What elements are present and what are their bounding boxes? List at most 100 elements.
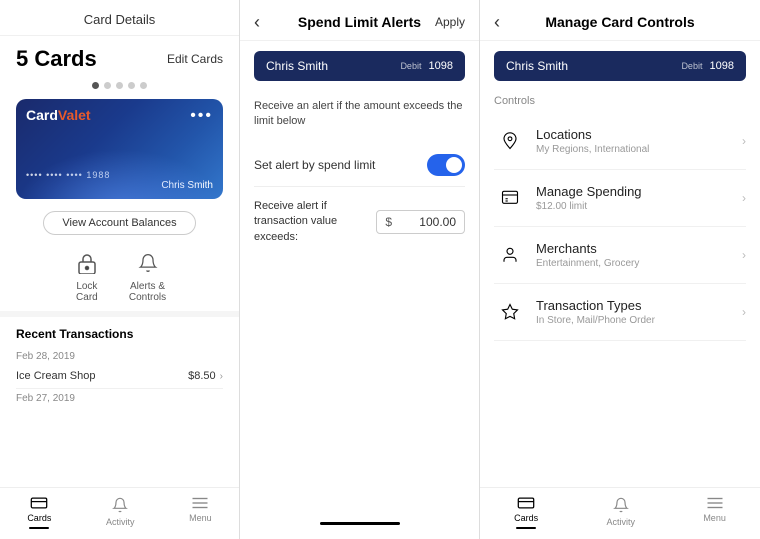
transaction-types-icon [494,296,526,328]
location-icon [494,125,526,157]
control-locations-text: Locations My Regions, International [536,127,742,155]
panel2-debit-number: Debit 1098 [400,60,453,72]
dot-3 [116,82,123,89]
dot-1 [92,82,99,89]
control-transaction-types-title: Transaction Types [536,298,742,313]
control-locations-chevron: › [742,134,746,148]
nav-cards-label-1: Cards [27,513,51,523]
control-transaction-types-chevron: › [742,305,746,319]
card-actions: LockCard Alerts &Controls [0,241,239,317]
lock-card-action[interactable]: LockCard [73,249,101,303]
control-spending-subtitle: $12.00 limit [536,201,742,212]
panel3-card-bar: Chris Smith Debit 1098 [494,51,746,81]
dot-5 [140,82,147,89]
alerts-label: Alerts &Controls [129,281,166,303]
alert-description: Receive an alert if the amount exceeds t… [254,99,465,130]
nav-activity-3[interactable]: Activity [606,496,635,529]
amount-input-wrapper: $ [376,210,465,234]
controls-section-label: Controls [494,91,746,109]
control-transaction-types[interactable]: Transaction Types In Store, Mail/Phone O… [494,284,746,341]
spending-icon [494,182,526,214]
control-merchants-chevron: › [742,248,746,262]
card-shine [16,149,223,199]
panel3-card-last4: 1098 [710,60,734,72]
amount-input[interactable] [396,215,456,229]
trans-date-2: Feb 27, 2019 [16,389,223,406]
control-spending[interactable]: Manage Spending $12.00 limit › [494,170,746,227]
toggle-row: Set alert by spend limit [254,144,465,187]
panel2-card-last4: 1098 [429,60,453,72]
controls-section: Controls Locations My Regions, Internati… [480,87,760,539]
spend-limit-panel: ‹ Spend Limit Alerts Apply Chris Smith D… [240,0,480,539]
card-controls-panel: ‹ Manage Card Controls Chris Smith Debit… [480,0,760,539]
toggle-label: Set alert by spend limit [254,158,375,172]
transaction-row-1[interactable]: Ice Cream Shop $8.50 › [16,364,223,389]
panel2-inner: ‹ Spend Limit Alerts Apply Chris Smith D… [240,0,479,539]
panel3-debit-label: Debit [681,61,702,71]
lock-icon [73,249,101,277]
card-visual: CardValet ••• •••• •••• •••• 1988 Chris … [16,99,223,199]
trans-date-1: Feb 28, 2019 [16,347,223,364]
edit-cards-button[interactable]: Edit Cards [167,52,223,66]
dollar-sign: $ [385,215,392,229]
cards-header: 5 Cards Edit Cards [0,36,239,78]
control-transaction-types-subtitle: In Store, Mail/Phone Order [536,315,742,326]
control-transaction-types-text: Transaction Types In Store, Mail/Phone O… [536,298,742,326]
spend-limit-toggle[interactable] [427,154,465,176]
panel1-topbar: Card Details [0,0,239,36]
bottom-nav-1: Cards Activity Menu [0,487,239,539]
bottom-nav-3: Cards Activity Menu [480,487,760,539]
control-merchants-subtitle: Entertainment, Grocery [536,258,742,269]
card-options-dots[interactable]: ••• [190,107,213,125]
recent-title: Recent Transactions [16,327,223,341]
nav-cards-1[interactable]: Cards [27,496,51,529]
nav-menu-label-1: Menu [189,513,212,523]
trans-amount-1: $8.50 › [188,370,223,382]
card-dots-indicator [0,78,239,93]
panel2-debit-label: Debit [400,61,421,71]
control-locations-title: Locations [536,127,742,142]
panel3-card-holder: Chris Smith [506,59,568,73]
control-merchants-text: Merchants Entertainment, Grocery [536,241,742,269]
nav-activity-label-3: Activity [606,517,635,527]
dot-2 [104,82,111,89]
control-merchants-title: Merchants [536,241,742,256]
control-merchants[interactable]: Merchants Entertainment, Grocery › [494,227,746,284]
panel2-title: Spend Limit Alerts [298,14,421,30]
nav-activity-1[interactable]: Activity [106,496,135,529]
lock-card-label: LockCard [76,281,98,303]
trans-name-1: Ice Cream Shop [16,370,95,382]
trans-chevron-1: › [220,371,223,382]
control-spending-text: Manage Spending $12.00 limit [536,184,742,212]
panel3-debit-number: Debit 1098 [681,60,734,72]
alerts-controls-action[interactable]: Alerts &Controls [129,249,166,303]
card-logo: CardValet [26,107,91,123]
panel3-inner: ‹ Manage Card Controls Chris Smith Debit… [480,0,760,539]
amount-label: Receive alert if transaction value excee… [254,199,376,245]
recent-transactions-section: Recent Transactions Feb 28, 2019 Ice Cre… [0,317,239,416]
control-spending-title: Manage Spending [536,184,742,199]
panel3-title: Manage Card Controls [545,14,694,30]
panel3-header: ‹ Manage Card Controls [480,0,760,41]
panel2-header: ‹ Spend Limit Alerts Apply [240,0,479,41]
panel3-back-button[interactable]: ‹ [494,12,500,33]
amount-row: Receive alert if transaction value excee… [254,187,465,257]
merchants-icon [494,239,526,271]
apply-button[interactable]: Apply [435,15,465,29]
view-balance-button[interactable]: View Account Balances [43,211,195,235]
panel2-card-bar: Chris Smith Debit 1098 [254,51,465,81]
cards-count: 5 Cards [16,46,97,72]
panel2-card-holder: Chris Smith [266,59,328,73]
nav-menu-label-3: Menu [703,513,726,523]
nav-cards-3[interactable]: Cards [514,496,538,529]
alerts-icon [134,249,162,277]
dot-4 [128,82,135,89]
panel2-content: Receive an alert if the amount exceeds t… [240,87,479,509]
nav-menu-3[interactable]: Menu [703,496,726,529]
control-spending-chevron: › [742,191,746,205]
panel1-title: Card Details [84,12,156,27]
control-locations[interactable]: Locations My Regions, International › [494,113,746,170]
panel2-back-button[interactable]: ‹ [254,12,260,33]
nav-menu-1[interactable]: Menu [189,496,212,529]
nav-activity-label-1: Activity [106,517,135,527]
